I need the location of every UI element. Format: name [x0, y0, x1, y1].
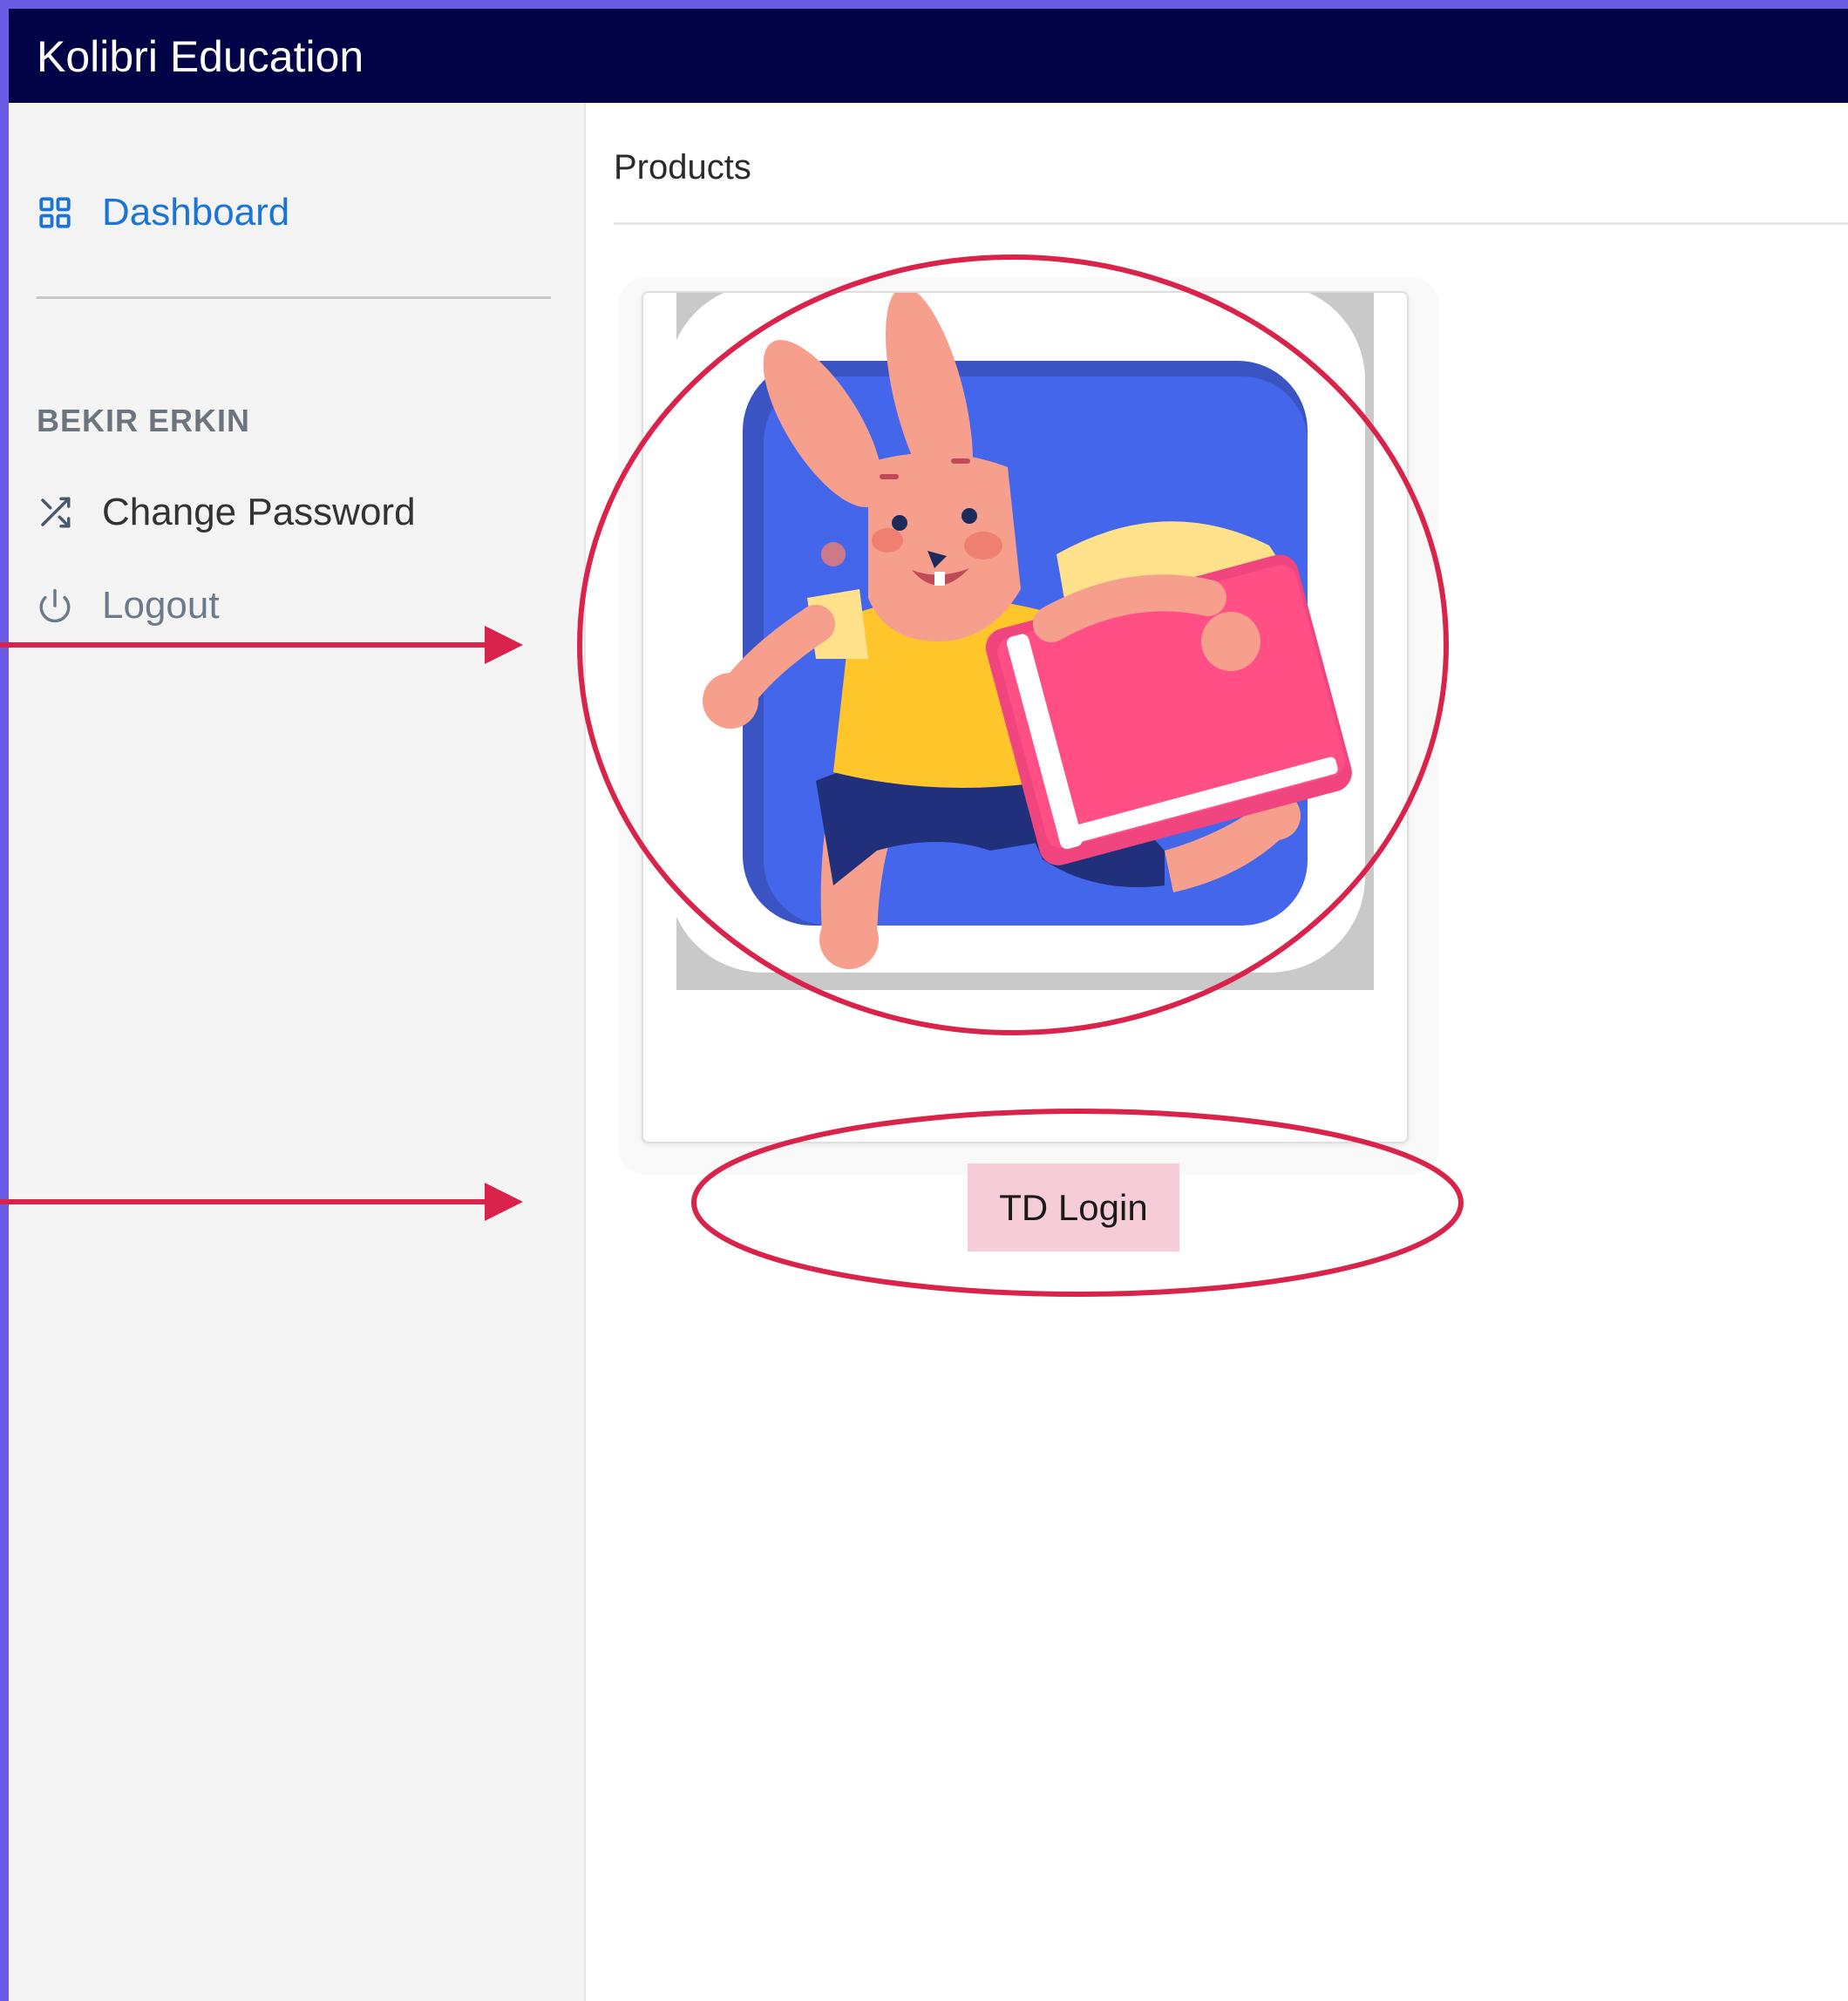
user-name-heading: BEKIR ERKIN — [37, 403, 251, 438]
app-title: Kolibri Education — [37, 32, 364, 81]
shuffle-icon — [41, 497, 71, 528]
sidebar-divider — [37, 296, 551, 299]
grid-icon — [39, 197, 71, 228]
sidebar-item-dashboard[interactable]: Dashboard — [37, 193, 289, 232]
sidebar-item-change-password[interactable]: Change Password — [37, 493, 416, 532]
sidebar-item-label: Logout — [102, 584, 220, 627]
sidebar-item-logout[interactable]: Logout — [37, 587, 220, 625]
app-window: Kolibri Education Dashboard BEKIR ERKIN … — [9, 9, 1848, 2001]
content-divider — [614, 222, 1848, 225]
top-bar: Kolibri Education — [9, 9, 1848, 103]
sidebar-item-label: Dashboard — [102, 191, 290, 234]
power-icon — [39, 588, 71, 623]
product-image[interactable] — [676, 293, 1374, 990]
product-card[interactable] — [642, 291, 1409, 1143]
td-login-button[interactable]: TD Login — [968, 1163, 1179, 1251]
page-title: Products — [614, 148, 751, 187]
sidebar: Dashboard BEKIR ERKIN Change Password Lo… — [9, 103, 586, 2001]
sidebar-item-label: Change Password — [102, 491, 416, 533]
